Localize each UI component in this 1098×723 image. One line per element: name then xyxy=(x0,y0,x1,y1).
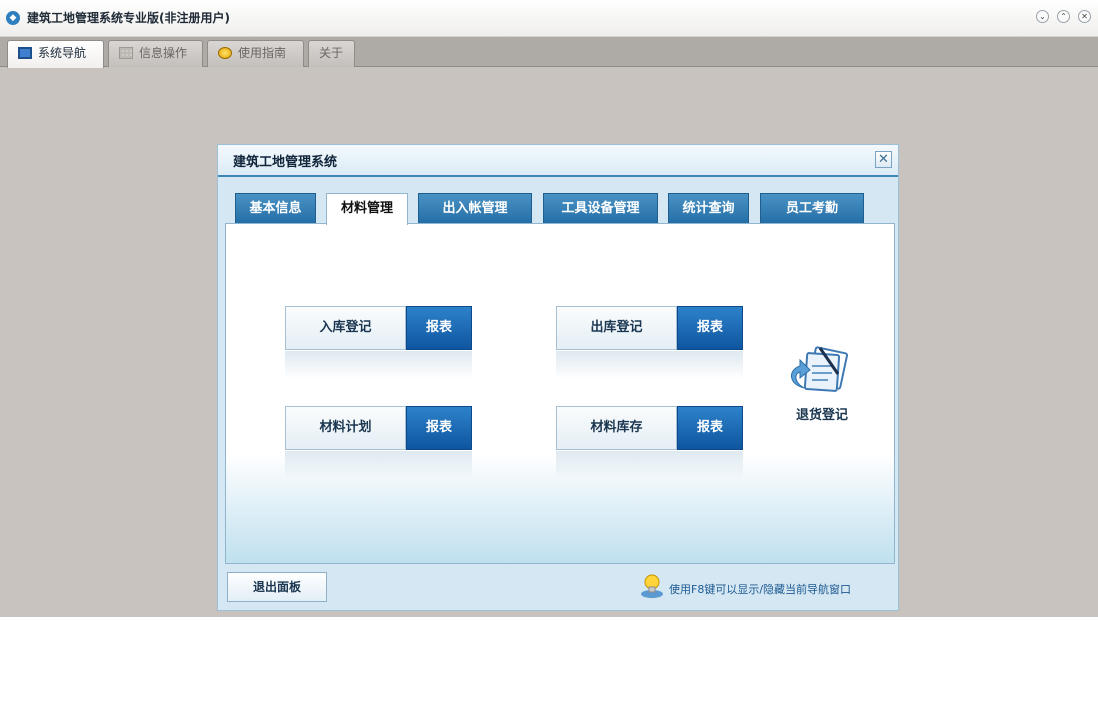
panel-header: 建筑工地管理系统 ✕ xyxy=(218,145,898,177)
button-reflection xyxy=(556,451,743,479)
tab-info-ops[interactable]: 信息操作 xyxy=(108,40,203,67)
stock-out-group: 出库登记 报表 xyxy=(556,306,743,379)
tab-statistics[interactable]: 统计查询 xyxy=(668,193,749,224)
app-window: ◆ 建筑工地管理系统专业版(非注册用户) ⌄ ⌃ ✕ 系统导航 信息操作 使用指… xyxy=(0,0,1098,617)
lightbulb-icon xyxy=(641,574,663,598)
tab-about[interactable]: 关于 xyxy=(308,40,355,67)
material-stock-group: 材料库存 报表 xyxy=(556,406,743,479)
tab-content: 入库登记 报表 出库登记 报表 材料计划 报表 材料库存 报表 退货登记 xyxy=(225,223,895,564)
material-plan-group: 材料计划 报表 xyxy=(285,406,472,479)
return-goods-icon[interactable] xyxy=(786,344,856,396)
tab-system-nav[interactable]: 系统导航 xyxy=(7,40,104,68)
stock-out-report-button[interactable]: 报表 xyxy=(677,306,743,350)
material-plan-button[interactable]: 材料计划 xyxy=(285,406,406,450)
tab-attendance[interactable]: 员工考勤 xyxy=(760,193,864,224)
panel-title: 建筑工地管理系统 xyxy=(233,155,338,170)
maximize-icon[interactable]: ⌃ xyxy=(1057,10,1070,23)
tab-account-mgmt[interactable]: 出入帐管理 xyxy=(418,193,532,224)
window-title: 建筑工地管理系统专业版(非注册用户) xyxy=(27,11,230,25)
tab-label: 系统导航 xyxy=(38,46,87,60)
material-plan-report-button[interactable]: 报表 xyxy=(406,406,472,450)
button-reflection xyxy=(556,351,743,379)
stock-in-report-button[interactable]: 报表 xyxy=(406,306,472,350)
tab-tools-equipment[interactable]: 工具设备管理 xyxy=(543,193,658,224)
material-stock-report-button[interactable]: 报表 xyxy=(677,406,743,450)
button-reflection xyxy=(285,451,472,479)
grid-icon xyxy=(119,47,133,59)
minimize-icon[interactable]: ⌄ xyxy=(1036,10,1049,23)
tab-label: 使用指南 xyxy=(238,46,287,60)
button-reflection xyxy=(285,351,472,379)
material-stock-button[interactable]: 材料库存 xyxy=(556,406,677,450)
tab-label: 信息操作 xyxy=(139,46,188,60)
tab-material-mgmt[interactable]: 材料管理 xyxy=(326,193,408,225)
stock-out-button[interactable]: 出库登记 xyxy=(556,306,677,350)
monitor-icon xyxy=(18,47,32,59)
app-logo-icon: ◆ xyxy=(6,11,20,25)
hint-text: 使用F8键可以显示/隐藏当前导航窗口 xyxy=(669,583,852,596)
tab-user-guide[interactable]: 使用指南 xyxy=(207,40,304,67)
navigation-panel: 建筑工地管理系统 ✕ 基本信息 材料管理 出入帐管理 工具设备管理 统计查询 员… xyxy=(217,144,899,611)
close-icon[interactable]: ✕ xyxy=(1078,10,1091,23)
panel-close-icon[interactable]: ✕ xyxy=(875,151,892,168)
tab-label: 关于 xyxy=(319,46,344,60)
stock-in-button[interactable]: 入库登记 xyxy=(285,306,406,350)
exit-panel-button[interactable]: 退出面板 xyxy=(227,572,327,602)
tab-basic-info[interactable]: 基本信息 xyxy=(235,193,316,224)
return-goods-label[interactable]: 退货登记 xyxy=(796,404,848,423)
main-tab-strip: 系统导航 信息操作 使用指南 关于 xyxy=(0,37,1098,68)
guide-icon xyxy=(218,47,232,59)
title-bar: ◆ 建筑工地管理系统专业版(非注册用户) ⌄ ⌃ ✕ xyxy=(0,0,1098,37)
stock-in-group: 入库登记 报表 xyxy=(285,306,472,379)
